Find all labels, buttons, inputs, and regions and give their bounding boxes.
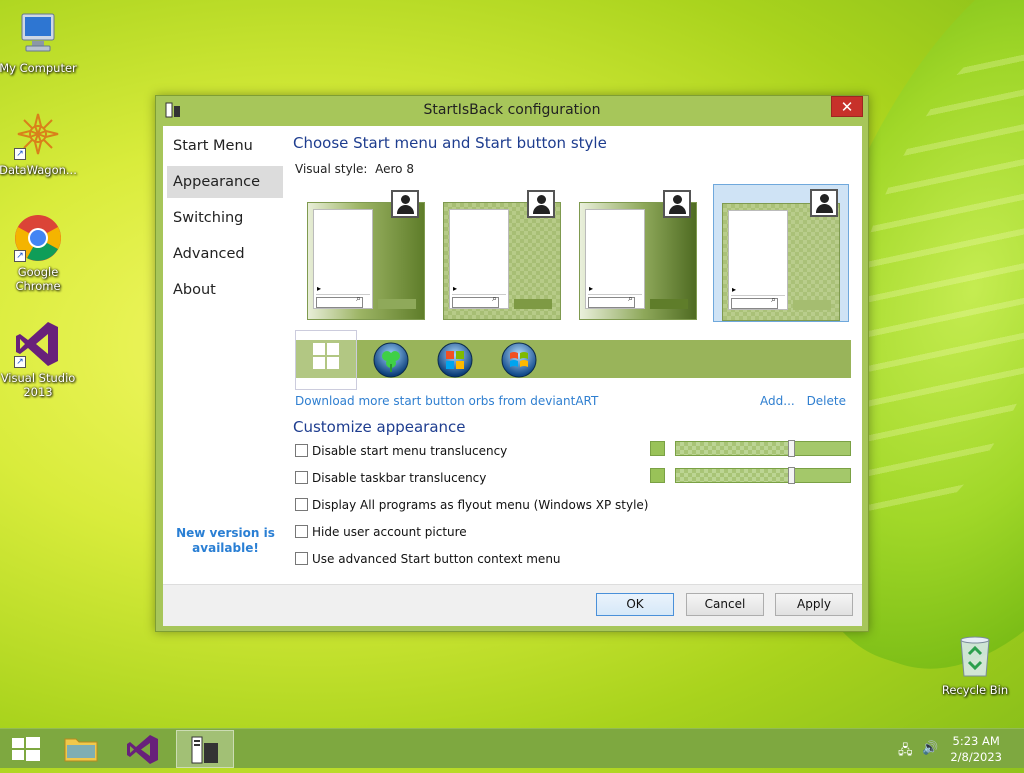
desktop-icon-recycle-bin[interactable]: Recycle Bin [935, 632, 1015, 697]
folder-icon [64, 738, 98, 762]
user-avatar-icon [527, 190, 555, 218]
windows-logo-icon [313, 343, 341, 371]
clock[interactable]: 5:23 AM 2/8/2023 [950, 733, 1002, 765]
checkbox[interactable] [295, 552, 308, 565]
option-label: Disable start menu translucency [312, 444, 508, 458]
close-button[interactable]: ✕ [831, 96, 863, 117]
orb-windows7-icon[interactable] [437, 342, 473, 378]
download-orbs-link[interactable]: Download more start button orbs from dev… [295, 394, 598, 408]
recycle-bin-icon [951, 632, 999, 680]
user-avatar-icon [663, 190, 691, 218]
style-heading: Choose Start menu and Start button style [293, 134, 607, 152]
style-preview-3[interactable]: ▸ [577, 186, 701, 320]
slider-thumb[interactable] [788, 467, 795, 484]
window-client: Start Menu Appearance Switching Advanced… [163, 126, 862, 626]
start-orb-bar [295, 330, 851, 390]
style-preview-4-selected[interactable]: ▸ [713, 184, 849, 322]
sidebar-item-appearance[interactable]: Appearance [167, 166, 283, 198]
desktop-icon-label: Visual Studio 2013 [0, 371, 76, 399]
visual-studio-icon [127, 735, 158, 764]
visual-style-value: Aero 8 [375, 162, 414, 176]
orb-windows-classic-icon[interactable] [501, 342, 537, 378]
dialog-button-bar: OK Cancel Apply [163, 584, 862, 626]
option-advanced-context-menu[interactable]: Use advanced Start button context menu [295, 552, 561, 568]
desktop-icon-label: DataWagon... [0, 163, 77, 177]
startisback-icon [191, 736, 218, 764]
start-menu-color-swatch[interactable] [650, 441, 665, 456]
add-orb-link[interactable]: Add... [760, 394, 795, 408]
sidebar: Start Menu Appearance Switching Advanced… [163, 126, 288, 584]
checkbox[interactable] [295, 471, 308, 484]
style-preview-2[interactable]: ▸ [441, 186, 565, 320]
desktop-icon-datawagon[interactable]: ↗ DataWagon... [0, 112, 78, 177]
sidebar-item-switching[interactable]: Switching [167, 202, 283, 234]
ok-button[interactable]: OK [596, 593, 674, 616]
sidebar-item-advanced[interactable]: Advanced [167, 238, 283, 270]
orb-actions: Add... Delete [752, 394, 846, 408]
computer-icon [14, 10, 62, 58]
shortcut-arrow-icon: ↗ [14, 250, 26, 262]
start-button[interactable] [0, 730, 58, 768]
slider-thumb[interactable] [788, 440, 795, 457]
option-label: Disable taskbar translucency [312, 471, 487, 485]
delete-orb-link[interactable]: Delete [807, 394, 846, 408]
sidebar-item-start-menu[interactable]: Start Menu [167, 130, 283, 162]
taskbar: 🖧 🔊 5:23 AM 2/8/2023 [0, 728, 1024, 768]
option-label: Display All programs as flyout menu (Win… [312, 498, 649, 512]
visual-style-label: Visual style: Aero 8 [295, 162, 414, 176]
taskbar-opacity-slider[interactable] [675, 467, 851, 484]
desktop-icon-google-chrome[interactable]: ↗ Google Chrome [0, 214, 78, 293]
user-avatar-icon [391, 190, 419, 218]
option-label: Hide user account picture [312, 525, 467, 539]
config-window: StartIsBack configuration ✕ Start Menu A… [155, 95, 869, 632]
network-icon[interactable]: 🖧 [898, 741, 913, 763]
option-label: Use advanced Start button context menu [312, 552, 561, 566]
option-flyout-all-programs[interactable]: Display All programs as flyout menu (Win… [295, 498, 648, 514]
taskbar-color-swatch[interactable] [650, 468, 665, 483]
window-title: StartIsBack configuration [423, 102, 601, 118]
cancel-button[interactable]: Cancel [686, 593, 764, 616]
visual-studio-icon: ↗ [14, 320, 62, 368]
visual-style-caption: Visual style: [295, 162, 368, 176]
taskbar-startisback[interactable] [176, 730, 234, 768]
clock-date: 2/8/2023 [950, 750, 1002, 764]
sidebar-item-about[interactable]: About [167, 274, 283, 306]
chrome-icon: ↗ [14, 214, 62, 262]
shortcut-arrow-icon: ↗ [14, 148, 26, 160]
desktop-icon-label: Google Chrome [15, 265, 61, 293]
desktop-icon-label: Recycle Bin [941, 683, 1009, 697]
taskbar-file-explorer[interactable] [52, 730, 110, 768]
apply-button[interactable]: Apply [775, 593, 853, 616]
new-version-link[interactable]: New version is available! [173, 526, 278, 556]
title-bar[interactable]: StartIsBack configuration ✕ [156, 96, 868, 126]
option-disable-taskbar-translucency[interactable]: Disable taskbar translucency [295, 471, 486, 487]
start-menu-opacity-slider[interactable] [675, 440, 851, 457]
clock-time: 5:23 AM [952, 734, 1000, 748]
windows-logo-icon [12, 737, 40, 761]
option-hide-user-picture[interactable]: Hide user account picture [295, 525, 467, 541]
customize-heading: Customize appearance [293, 418, 466, 436]
style-preview-1[interactable]: ▸ [305, 186, 429, 320]
option-disable-start-menu-translucency[interactable]: Disable start menu translucency [295, 444, 507, 460]
orb-windows8-selected[interactable] [295, 330, 357, 390]
desktop-icon-visual-studio[interactable]: ↗ Visual Studio 2013 [0, 320, 78, 399]
datawagon-icon: ↗ [14, 112, 62, 160]
desktop-icon-my-computer[interactable]: My Computer [0, 10, 78, 75]
user-avatar-icon [810, 189, 838, 217]
checkbox[interactable] [295, 525, 308, 538]
checkbox[interactable] [295, 498, 308, 511]
checkbox[interactable] [295, 444, 308, 457]
style-previews: ▸ ▸ ▸ [305, 184, 849, 322]
taskbar-visual-studio[interactable] [114, 730, 172, 768]
orb-clover-icon[interactable] [373, 342, 409, 378]
shortcut-arrow-icon: ↗ [14, 356, 26, 368]
desktop-icon-label: My Computer [0, 61, 77, 75]
volume-icon[interactable]: 🔊 [922, 741, 938, 756]
